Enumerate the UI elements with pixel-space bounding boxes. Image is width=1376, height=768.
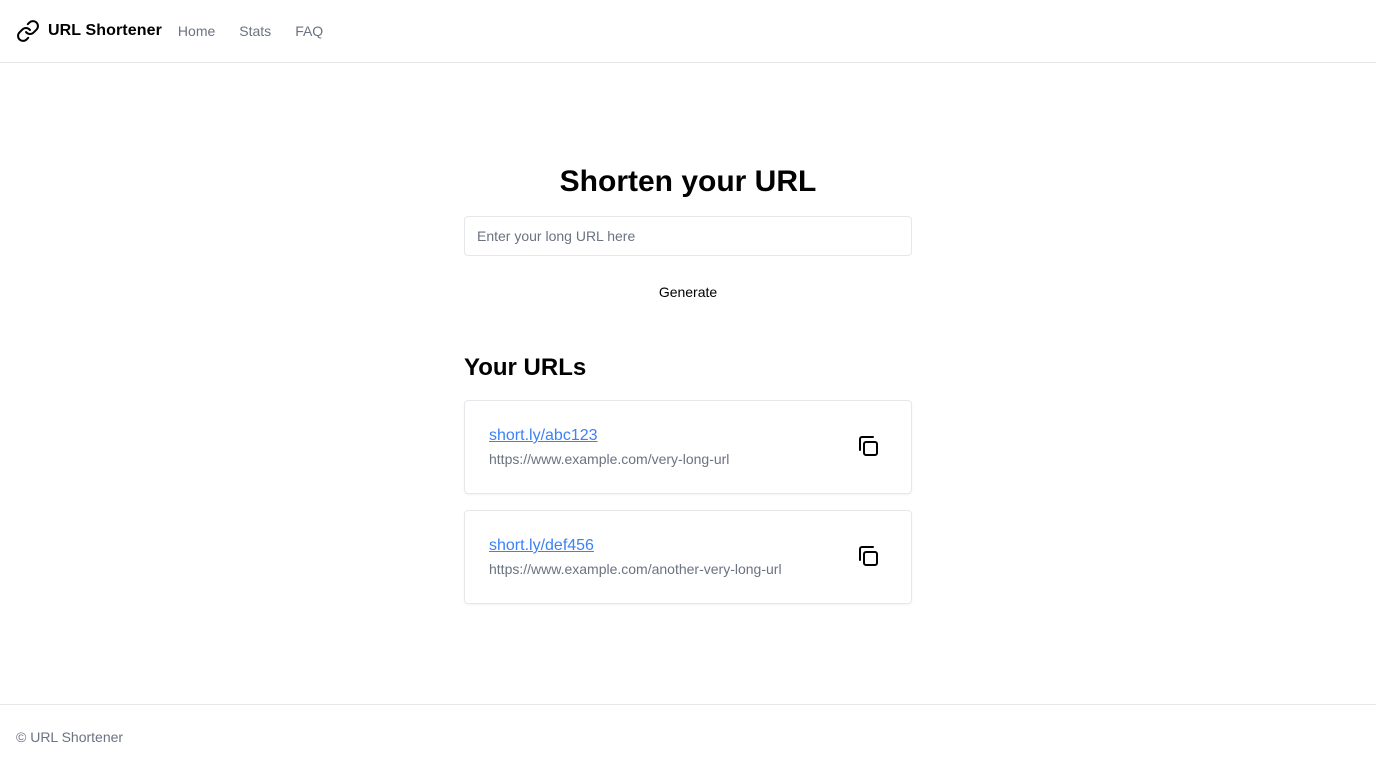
copy-button[interactable] (853, 432, 883, 462)
main-nav: Home Stats FAQ (178, 23, 347, 39)
brand-link[interactable]: URL Shortener (16, 19, 162, 43)
url-card: short.ly/abc123 https://www.example.com/… (464, 400, 912, 494)
copy-button[interactable] (853, 542, 883, 572)
long-url-input[interactable] (464, 216, 912, 256)
nav-home-link[interactable]: Home (178, 23, 215, 39)
nav-stats-link[interactable]: Stats (239, 23, 271, 39)
copy-icon (856, 434, 880, 461)
url-card: short.ly/def456 https://www.example.com/… (464, 510, 912, 604)
link-icon (16, 19, 40, 43)
top-header: URL Shortener Home Stats FAQ (0, 0, 1376, 63)
copy-icon (856, 544, 880, 571)
long-url-text: https://www.example.com/another-very-lon… (489, 561, 782, 577)
long-url-text: https://www.example.com/very-long-url (489, 451, 730, 467)
page-footer: © URL Shortener (0, 704, 1376, 768)
your-urls-heading: Your URLs (464, 354, 587, 381)
nav-faq-link[interactable]: FAQ (295, 23, 323, 39)
footer-copyright: © URL Shortener (16, 729, 124, 745)
short-url-link[interactable]: short.ly/def456 (489, 537, 594, 555)
generate-button[interactable]: Generate (628, 276, 748, 308)
short-url-link[interactable]: short.ly/abc123 (489, 427, 598, 445)
brand-name: URL Shortener (48, 22, 162, 39)
page-title: Shorten your URL (559, 165, 817, 198)
